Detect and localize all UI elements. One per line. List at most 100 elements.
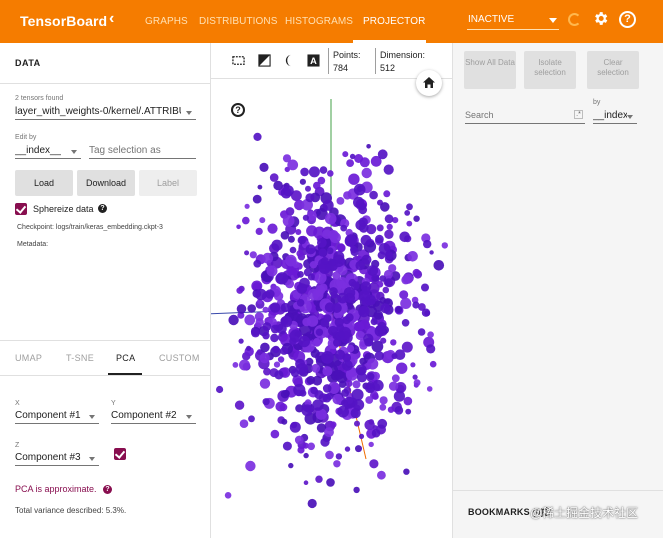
embedding-point[interactable] — [275, 272, 289, 285]
embedding-point[interactable] — [384, 278, 393, 287]
embedding-point[interactable] — [394, 406, 404, 415]
embedding-point[interactable] — [322, 366, 333, 377]
embedding-point[interactable] — [302, 214, 309, 221]
embedding-point[interactable] — [253, 259, 262, 268]
chevron-left-icon[interactable]: ‹ — [109, 10, 114, 28]
embedding-point[interactable] — [293, 383, 306, 397]
tab-histograms[interactable]: HISTOGRAMS — [285, 16, 353, 27]
embedding-point[interactable] — [358, 202, 367, 210]
embedding-point[interactable] — [377, 321, 387, 331]
embedding-point[interactable] — [299, 178, 306, 185]
embedding-point[interactable] — [273, 361, 281, 368]
embedding-point[interactable] — [307, 288, 320, 301]
embedding-point[interactable] — [341, 389, 349, 397]
embedding-point[interactable] — [344, 446, 351, 452]
help-icon[interactable]: ? — [231, 103, 245, 117]
embedding-point[interactable] — [401, 319, 410, 327]
embedding-point[interactable] — [379, 296, 387, 304]
embedding-point[interactable] — [295, 229, 302, 235]
embedding-point[interactable] — [376, 224, 384, 232]
embedding-point[interactable] — [244, 250, 250, 256]
embedding-point[interactable] — [324, 212, 337, 225]
embedding-point[interactable] — [404, 210, 411, 216]
embedding-point[interactable] — [377, 418, 388, 429]
embedding-point[interactable] — [296, 249, 304, 258]
embedding-point[interactable] — [297, 236, 306, 245]
embedding-point[interactable] — [289, 246, 297, 254]
tag-selection-input[interactable]: Tag selection as — [89, 142, 196, 159]
embedding-point[interactable] — [274, 370, 284, 380]
embedding-point[interactable] — [277, 356, 285, 363]
reset-view-button[interactable] — [416, 70, 442, 96]
embedding-point[interactable] — [387, 406, 395, 413]
embedding-point[interactable] — [329, 287, 338, 296]
z-enable-checkbox[interactable] — [114, 448, 126, 460]
embedding-point[interactable] — [324, 427, 334, 438]
embedding-point[interactable] — [370, 318, 378, 326]
embedding-point[interactable] — [354, 154, 364, 163]
embedding-point[interactable] — [360, 234, 372, 246]
embedding-point[interactable] — [359, 319, 370, 330]
embedding-point[interactable] — [322, 199, 334, 211]
embedding-point[interactable] — [259, 162, 269, 172]
embedding-point[interactable] — [330, 421, 337, 428]
tab-distributions[interactable]: DISTRIBUTIONS — [199, 16, 278, 27]
embedding-point[interactable] — [282, 441, 292, 451]
embedding-point[interactable] — [388, 381, 399, 391]
embedding-point[interactable] — [305, 193, 315, 203]
embedding-point[interactable] — [282, 154, 292, 163]
embedding-point[interactable] — [303, 452, 309, 459]
embedding-point[interactable] — [335, 453, 343, 460]
label-button[interactable]: Label — [139, 170, 197, 196]
embedding-point[interactable] — [372, 393, 379, 400]
embedding-point[interactable] — [289, 421, 301, 433]
embedding-point[interactable] — [380, 202, 390, 212]
embedding-point[interactable] — [338, 326, 352, 340]
embedding-point[interactable] — [313, 181, 321, 190]
embedding-point[interactable] — [343, 396, 356, 409]
x-component-select[interactable]: Component #1 — [15, 407, 99, 424]
embedding-point[interactable] — [305, 244, 316, 255]
embedding-point[interactable] — [260, 342, 270, 353]
embedding-point[interactable] — [280, 187, 292, 199]
embedding-point[interactable] — [371, 274, 380, 282]
embedding-point[interactable] — [321, 257, 329, 265]
embedding-point[interactable] — [239, 359, 250, 371]
tensor-select[interactable]: layer_with_weights-0/kernel/.ATTRIBUTES/… — [15, 103, 196, 120]
embedding-point[interactable] — [384, 229, 394, 239]
embedding-point[interactable] — [255, 288, 267, 301]
embedding-point[interactable] — [287, 235, 295, 243]
embedding-point[interactable] — [322, 384, 332, 393]
embedding-point[interactable] — [252, 194, 262, 204]
embedding-point[interactable] — [403, 468, 410, 475]
embedding-point[interactable] — [344, 235, 356, 247]
embedding-point[interactable] — [367, 265, 379, 276]
embedding-point[interactable] — [423, 239, 432, 249]
embedding-point[interactable] — [362, 286, 371, 295]
embedding-point[interactable] — [376, 281, 384, 288]
embedding-point[interactable] — [383, 164, 394, 175]
embedding-point[interactable] — [379, 403, 387, 411]
embedding-point[interactable] — [350, 245, 358, 254]
embedding-point[interactable] — [395, 306, 402, 313]
embedding-point[interactable] — [244, 314, 256, 326]
embedding-point[interactable] — [369, 190, 378, 200]
embedding-point[interactable] — [248, 415, 255, 423]
embedding-point[interactable] — [393, 390, 405, 402]
embedding-point[interactable] — [303, 268, 312, 277]
embedding-point[interactable] — [326, 247, 334, 255]
embedding-point[interactable] — [315, 328, 324, 336]
embedding-point[interactable] — [348, 278, 357, 287]
gear-icon[interactable] — [592, 10, 609, 27]
embedding-point[interactable] — [273, 180, 283, 191]
embedding-point[interactable] — [312, 399, 324, 411]
embedding-point[interactable] — [405, 408, 412, 415]
embedding-point[interactable] — [294, 435, 304, 445]
embedding-point[interactable] — [358, 217, 368, 227]
embedding-point[interactable] — [365, 396, 374, 404]
embedding-point[interactable] — [326, 478, 335, 487]
embedding-point[interactable] — [340, 224, 348, 232]
embedding-point[interactable] — [427, 331, 434, 338]
embedding-point[interactable] — [366, 381, 375, 389]
embedding-point[interactable] — [301, 404, 314, 417]
